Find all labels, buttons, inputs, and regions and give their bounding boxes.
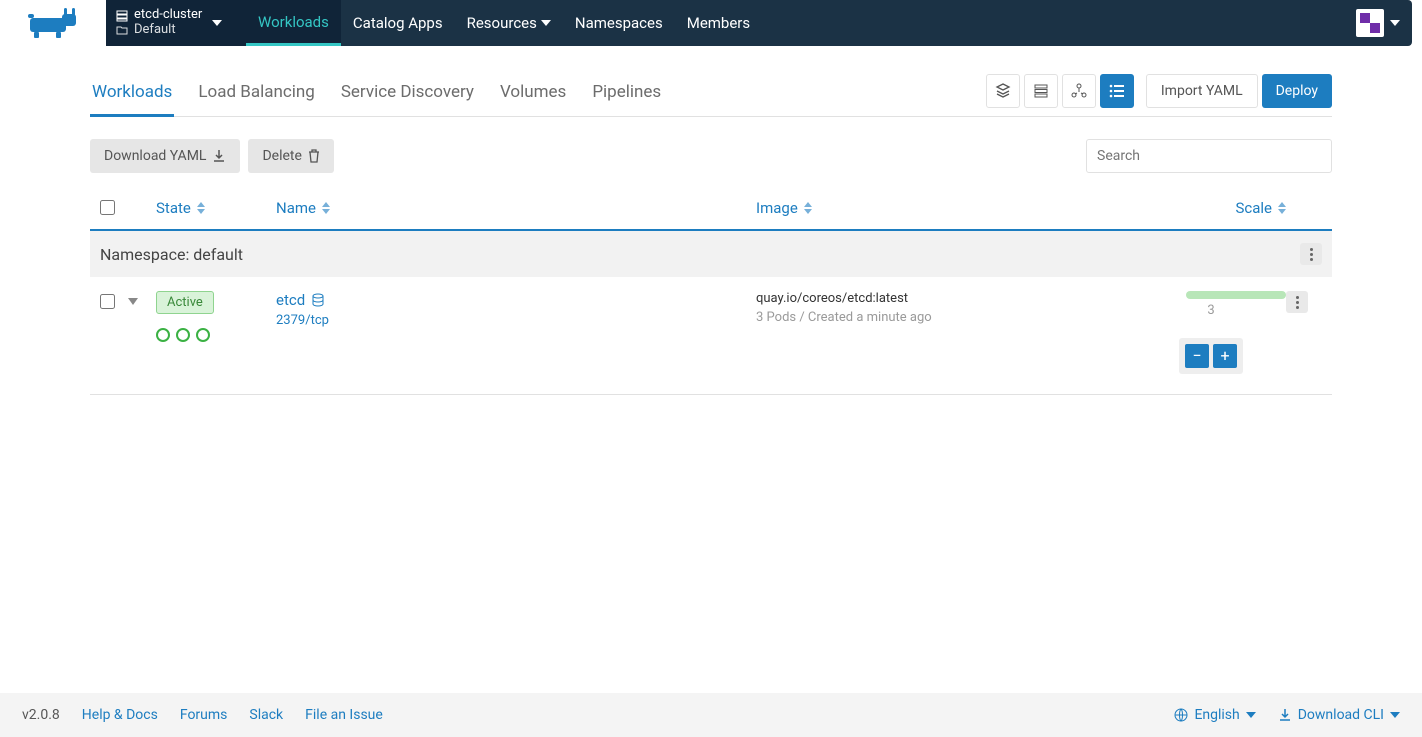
sort-icon — [322, 202, 330, 214]
workload-image: quay.io/coreos/etcd:latest — [756, 291, 1136, 306]
tab-workloads[interactable]: Workloads — [90, 74, 174, 117]
workload-name-link[interactable]: etcd — [276, 291, 756, 309]
namespace-actions-menu[interactable] — [1300, 243, 1322, 265]
col-image[interactable]: Image — [756, 199, 1136, 217]
nav-catalog-apps[interactable]: Catalog Apps — [341, 0, 455, 46]
folder-icon — [116, 25, 128, 35]
expand-row-icon[interactable] — [128, 298, 138, 305]
cluster-name: etcd-cluster — [134, 8, 202, 23]
workload-port-link[interactable]: 2379/tcp — [276, 313, 329, 328]
chevron-down-icon — [1390, 20, 1400, 26]
import-yaml-button[interactable]: Import YAML — [1146, 74, 1258, 108]
sort-icon — [1278, 202, 1286, 214]
chevron-down-icon — [541, 20, 551, 26]
download-icon — [1278, 708, 1292, 722]
tab-load-balancing[interactable]: Load Balancing — [196, 74, 316, 116]
database-icon — [311, 293, 325, 307]
download-icon — [212, 149, 226, 163]
pod-indicators — [156, 328, 276, 342]
pod-status-icon — [176, 328, 190, 342]
status-badge: Active — [156, 291, 214, 314]
footer-issue-link[interactable]: File an Issue — [305, 707, 383, 723]
scale-up-button[interactable]: + — [1213, 344, 1237, 368]
chevron-down-icon — [1246, 712, 1256, 718]
chevron-down-icon — [1390, 712, 1400, 718]
footer: v2.0.8 Help & Docs Forums Slack File an … — [0, 693, 1422, 737]
sort-icon — [804, 202, 812, 214]
footer-forums-link[interactable]: Forums — [180, 707, 228, 723]
pod-status-icon — [156, 328, 170, 342]
tab-volumes[interactable]: Volumes — [498, 74, 568, 116]
table-header: State Name Image Scale — [90, 187, 1332, 231]
scale-stepper: − + — [1179, 338, 1243, 374]
view-rows-icon[interactable] — [1024, 74, 1058, 108]
language-picker[interactable]: English — [1174, 707, 1255, 723]
chevron-down-icon — [212, 20, 222, 26]
version-label: v2.0.8 — [22, 707, 60, 723]
namespace-label: Namespace: default — [100, 245, 243, 264]
col-scale[interactable]: Scale — [1136, 199, 1286, 217]
globe-icon — [1174, 708, 1188, 722]
scale-value: 3 — [1136, 303, 1286, 318]
cluster-picker[interactable]: etcd-cluster Default — [106, 0, 246, 46]
workload-meta: 3 Pods / Created a minute ago — [756, 310, 1136, 325]
layers-icon — [116, 10, 128, 22]
sub-nav: Workloads Load Balancing Service Discove… — [90, 74, 1332, 117]
footer-slack-link[interactable]: Slack — [249, 707, 283, 723]
view-boxes-icon[interactable] — [986, 74, 1020, 108]
scale-bar — [1186, 291, 1286, 299]
sort-icon — [197, 202, 205, 214]
rancher-logo[interactable] — [10, 0, 106, 46]
user-menu[interactable] — [1344, 0, 1412, 46]
scale-down-button[interactable]: − — [1185, 344, 1209, 368]
footer-help-link[interactable]: Help & Docs — [82, 707, 158, 723]
tab-service-discovery[interactable]: Service Discovery — [339, 74, 476, 116]
tab-pipelines[interactable]: Pipelines — [590, 74, 663, 116]
action-row: Download YAML Delete — [90, 139, 1332, 173]
row-actions-menu[interactable] — [1286, 291, 1308, 313]
download-yaml-button[interactable]: Download YAML — [90, 139, 240, 173]
select-all-checkbox[interactable] — [100, 200, 115, 215]
table-row: Active etcd 2379/tcp quay.io/coreos/etcd… — [90, 277, 1332, 395]
pod-status-icon — [196, 328, 210, 342]
row-checkbox[interactable] — [100, 294, 115, 309]
top-nav: etcd-cluster Default Workloads Catalog A… — [10, 0, 1412, 46]
nav-bar: etcd-cluster Default Workloads Catalog A… — [106, 0, 1412, 46]
view-cluster-icon[interactable] — [1062, 74, 1096, 108]
workloads-table: State Name Image Scale Namespace: defaul… — [90, 187, 1332, 395]
search-input[interactable] — [1086, 139, 1332, 173]
delete-button[interactable]: Delete — [248, 139, 333, 173]
nav-resources[interactable]: Resources — [455, 0, 563, 46]
view-list-icon[interactable] — [1100, 74, 1134, 108]
cow-icon — [28, 8, 88, 38]
namespace-group-header: Namespace: default — [90, 231, 1332, 277]
page-body: Workloads Load Balancing Service Discove… — [0, 46, 1422, 693]
nav-workloads[interactable]: Workloads — [246, 0, 341, 46]
project-name: Default — [134, 23, 176, 38]
trash-icon — [308, 149, 320, 163]
download-cli-link[interactable]: Download CLI — [1278, 707, 1400, 723]
avatar — [1356, 9, 1384, 37]
col-name[interactable]: Name — [276, 199, 756, 217]
deploy-button[interactable]: Deploy — [1262, 74, 1332, 108]
nav-members[interactable]: Members — [675, 0, 762, 46]
col-state[interactable]: State — [156, 199, 276, 217]
nav-namespaces[interactable]: Namespaces — [563, 0, 675, 46]
